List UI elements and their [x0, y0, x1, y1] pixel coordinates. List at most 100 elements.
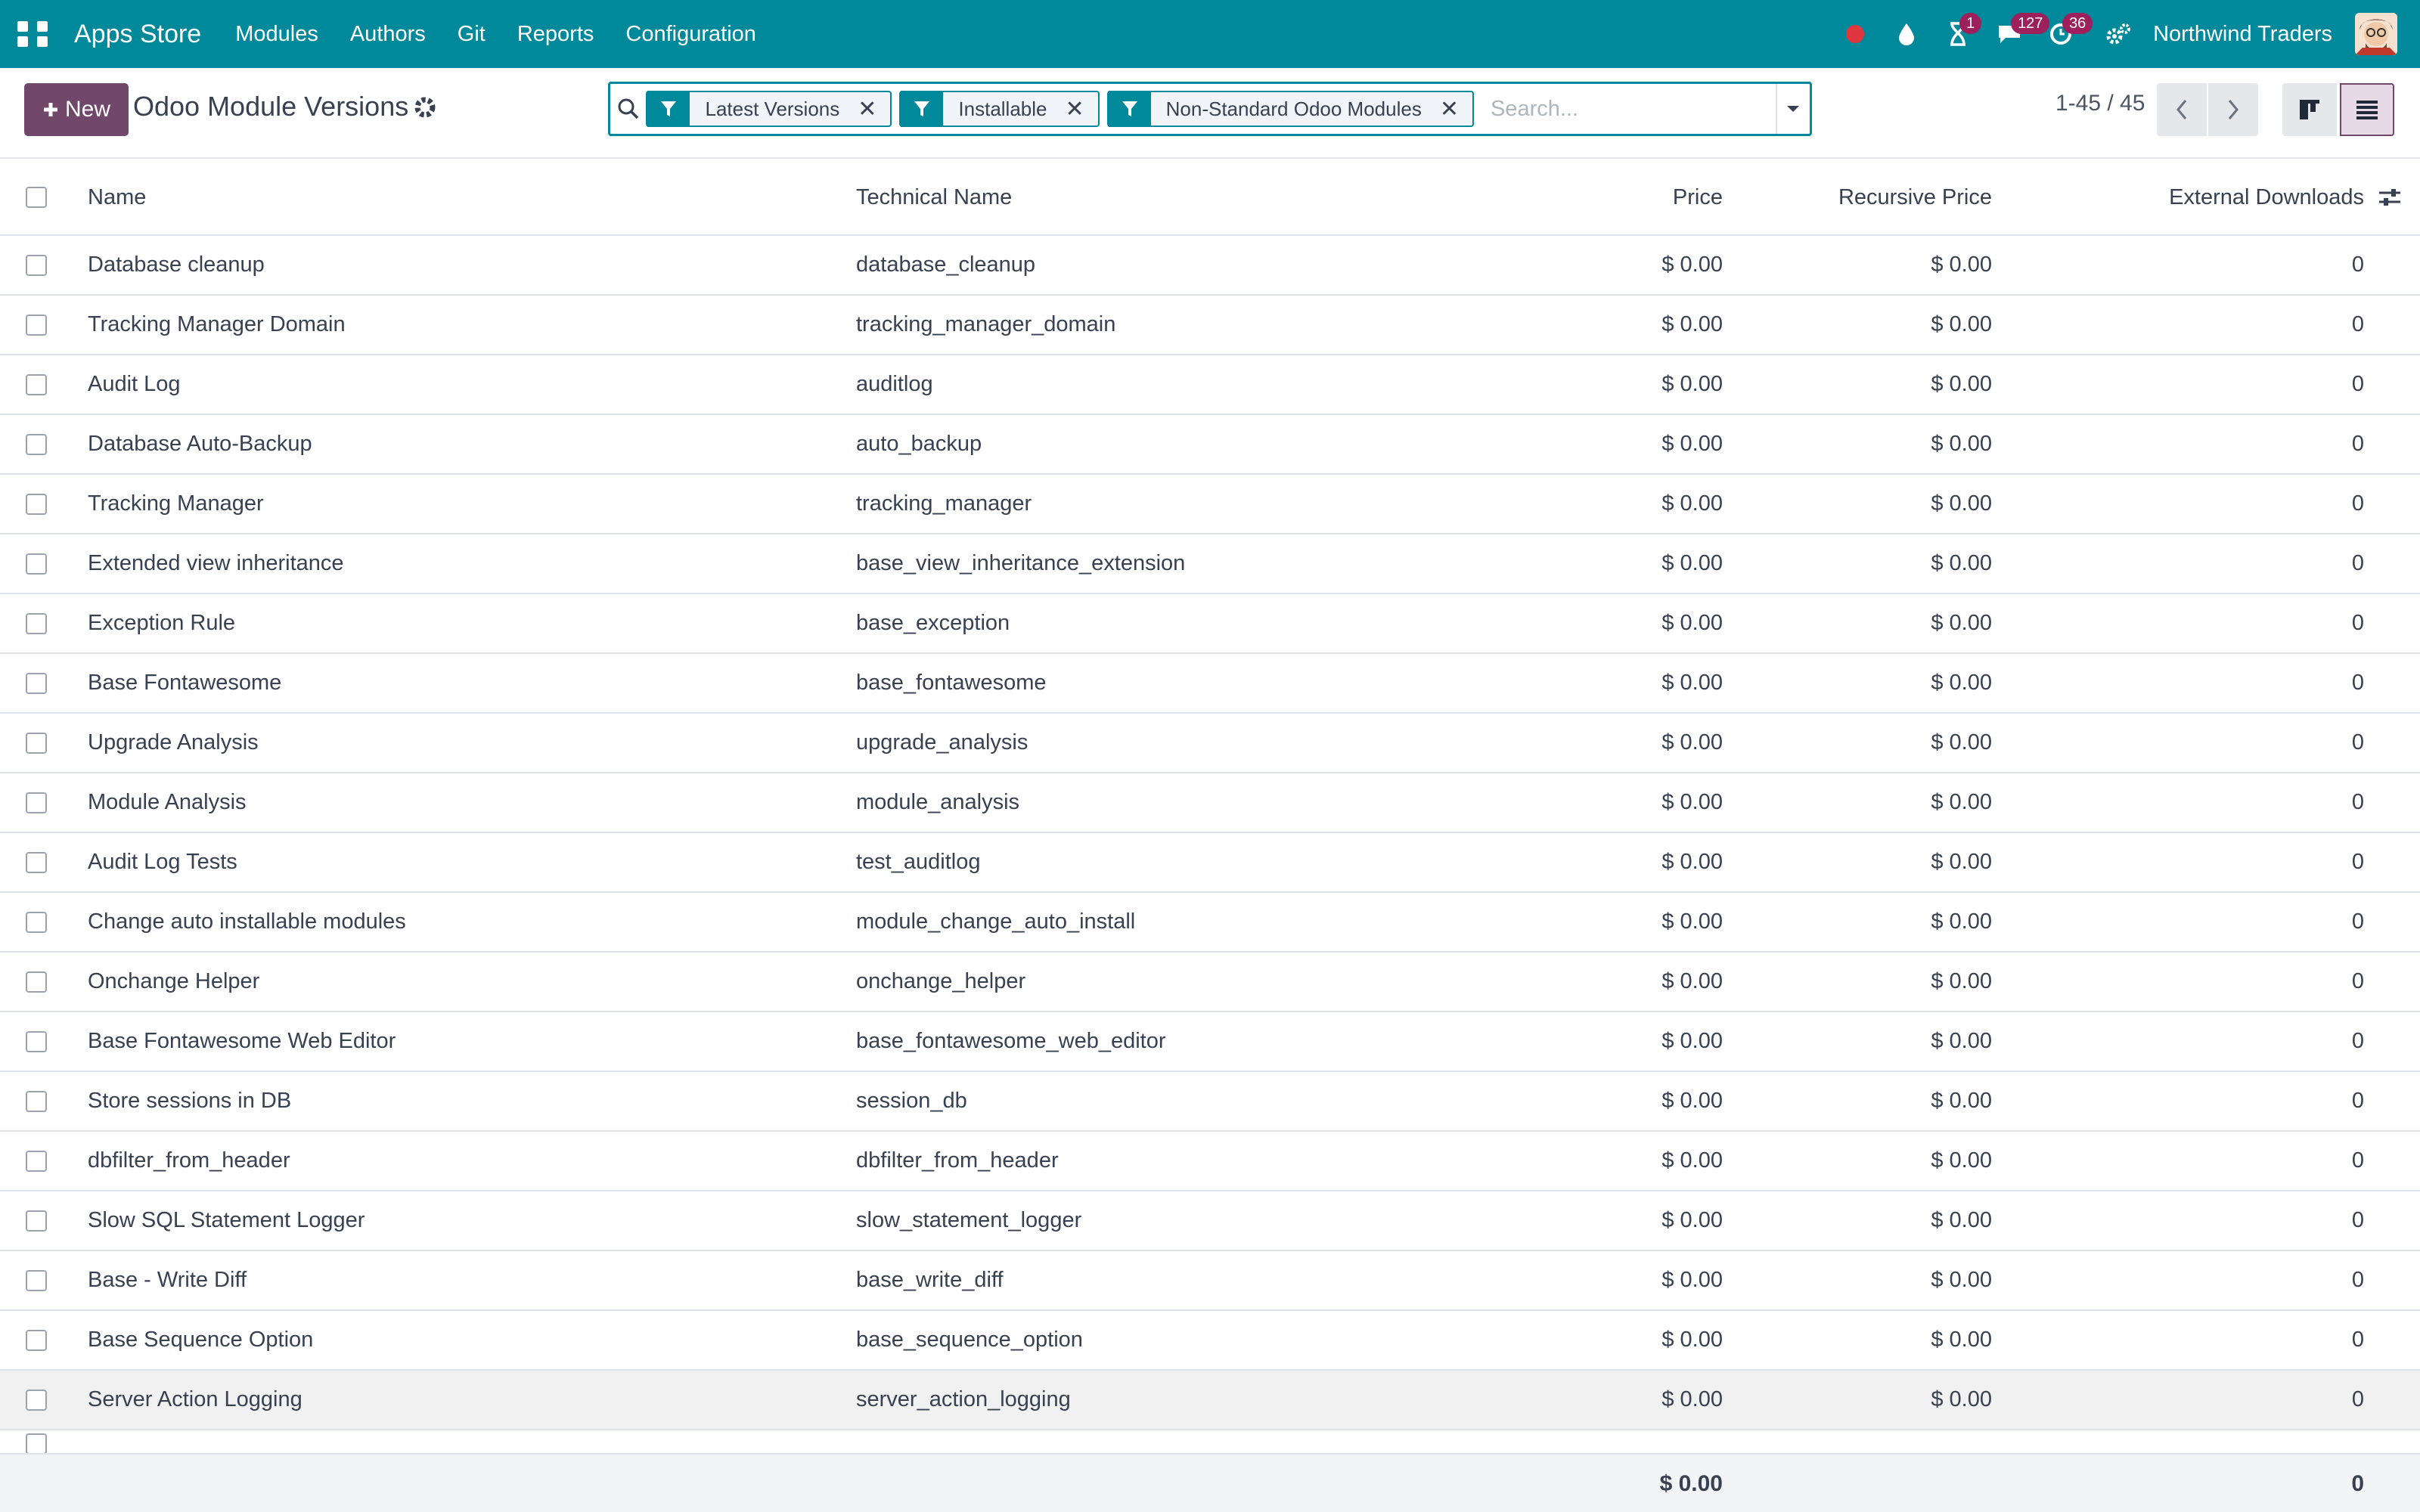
filter-icon — [1108, 91, 1151, 127]
cell-recursive-price: $ 0.00 — [1931, 909, 1992, 934]
row-checkbox[interactable] — [26, 1433, 47, 1453]
cell-technical-name: base_view_inheritance_extension — [856, 551, 1186, 575]
search-input[interactable] — [1481, 86, 1776, 132]
facet-label: Installable — [958, 97, 1047, 120]
search-options-toggle[interactable] — [1775, 84, 1810, 134]
row-checkbox[interactable] — [26, 254, 47, 276]
row-checkbox[interactable] — [26, 732, 47, 754]
select-all-checkbox[interactable] — [26, 187, 47, 208]
column-header-recursive-price[interactable]: Recursive Price — [1838, 185, 1992, 210]
cell-price: $ 0.00 — [1661, 790, 1723, 814]
row-checkbox[interactable] — [26, 792, 47, 813]
chevron-left-icon — [2176, 100, 2187, 119]
messages-icon[interactable]: 127 — [1991, 13, 2050, 52]
pager-previous-button[interactable] — [2157, 83, 2207, 136]
cell-name: Extended view inheritance — [88, 551, 344, 575]
row-checkbox[interactable] — [26, 493, 47, 515]
table-row[interactable]: Exception Rule base_exception $ 0.00 $ 0.00… — [0, 594, 2420, 654]
table-header: Name Technical Name Price Recursive Pric… — [0, 160, 2420, 236]
table-row[interactable]: Server Action Logging server_action_loggi… — [0, 1371, 2420, 1430]
settings-gears-icon[interactable] — [2100, 16, 2136, 52]
new-button-label: New — [65, 97, 111, 122]
facet-remove-icon[interactable]: ✕ — [1440, 96, 1472, 122]
facet-remove-icon[interactable]: ✕ — [858, 96, 890, 122]
cell-technical-name: onchange_helper — [856, 969, 1026, 993]
total-downloads: 0 — [2351, 1471, 2364, 1496]
optional-columns-icon[interactable] — [2375, 182, 2405, 212]
cell-price: $ 0.00 — [1661, 611, 1723, 635]
timer-icon[interactable]: 36 — [2043, 13, 2093, 52]
table-row[interactable]: Base Fontawesome base_fontawesome $ 0.00 $ … — [0, 654, 2420, 714]
column-header-technical-name[interactable]: Technical Name — [856, 185, 1012, 210]
facet-remove-icon[interactable]: ✕ — [1065, 96, 1097, 122]
row-checkbox[interactable] — [26, 1090, 47, 1112]
pager-next-button[interactable] — [2208, 83, 2258, 136]
apps-menu-icon[interactable] — [17, 16, 53, 52]
gear-icon[interactable] — [413, 95, 437, 119]
row-checkbox[interactable] — [26, 851, 47, 873]
row-checkbox[interactable] — [26, 433, 47, 455]
kanban-view-button[interactable] — [2282, 83, 2337, 136]
menu-item-git[interactable]: Git — [442, 22, 501, 47]
search-bar: Latest Versions ✕ Installable ✕ Non-Stan… — [608, 82, 1812, 136]
row-checkbox[interactable] — [26, 1030, 47, 1052]
facet-label: Non-Standard Odoo Modules — [1165, 97, 1422, 120]
row-checkbox[interactable] — [26, 1329, 47, 1351]
droplet-icon[interactable] — [1888, 16, 1925, 52]
menu-item-configuration[interactable]: Configuration — [610, 22, 772, 47]
module-versions-table: Name Technical Name Price Recursive Pric… — [0, 160, 2420, 1453]
row-checkbox[interactable] — [26, 1150, 47, 1172]
table-row[interactable]: Database cleanup database_cleanup $ 0.00 $ … — [0, 236, 2420, 296]
row-checkbox[interactable] — [26, 911, 47, 933]
table-row[interactable]: Audit Log auditlog $ 0.00 $ 0.00 0 — [0, 355, 2420, 415]
table-row[interactable]: Base - Write Diff base_write_diff $ 0.00 $ … — [0, 1251, 2420, 1311]
table-row[interactable]: Change auto installable modules module_ch… — [0, 893, 2420, 953]
table-row[interactable]: Tracking Manager tracking_manager $ 0.00 $ … — [0, 475, 2420, 534]
row-checkbox[interactable] — [26, 612, 47, 634]
column-header-price[interactable]: Price — [1673, 185, 1723, 210]
menu-item-authors[interactable]: Authors — [334, 22, 442, 47]
row-checkbox[interactable] — [26, 1269, 47, 1291]
table-row[interactable]: Onchange Helper onchange_helper $ 0.00 $ 0.… — [0, 953, 2420, 1012]
row-checkbox[interactable] — [26, 1210, 47, 1232]
list-view-button[interactable] — [2340, 83, 2394, 136]
table-row-partial[interactable] — [0, 1430, 2420, 1453]
row-checkbox[interactable] — [26, 314, 47, 336]
row-checkbox[interactable] — [26, 1389, 47, 1411]
column-header-name[interactable]: Name — [88, 185, 146, 210]
pager-value[interactable]: 1-45 / 45 — [2055, 91, 2145, 116]
search-icon[interactable] — [610, 85, 646, 133]
cell-price: $ 0.00 — [1661, 671, 1723, 695]
table-row[interactable]: Upgrade Analysis upgrade_analysis $ 0.00 $ … — [0, 714, 2420, 773]
user-avatar[interactable] — [2355, 13, 2397, 55]
table-row[interactable]: Slow SQL Statement Logger slow_statement_… — [0, 1191, 2420, 1251]
row-checkbox[interactable] — [26, 553, 47, 575]
table-row[interactable]: Base Fontawesome Web Editor base_fontawes… — [0, 1012, 2420, 1072]
company-switcher[interactable]: Northwind Traders — [2153, 22, 2332, 47]
table-row[interactable]: Tracking Manager Domain tracking_manager_… — [0, 296, 2420, 355]
column-header-external-downloads[interactable]: External Downloads — [2169, 185, 2364, 210]
activity-hourglass-icon[interactable]: 1 — [1940, 13, 1982, 52]
table-row[interactable]: Extended view inheritance base_view_inher… — [0, 534, 2420, 594]
new-button[interactable]: New — [24, 83, 129, 136]
row-checkbox[interactable] — [26, 373, 47, 395]
kanban-icon — [2300, 100, 2319, 119]
row-checkbox[interactable] — [26, 672, 47, 694]
menu-item-reports[interactable]: Reports — [501, 22, 610, 47]
table-row[interactable]: Base Sequence Option base_sequence_option… — [0, 1311, 2420, 1371]
table-row[interactable]: Store sessions in DB session_db $ 0.00 $ 0.… — [0, 1072, 2420, 1132]
table-row[interactable]: Module Analysis module_analysis $ 0.00 $ 0.… — [0, 773, 2420, 833]
timer-badge: 36 — [2062, 13, 2093, 34]
menu-item-modules[interactable]: Modules — [219, 22, 334, 47]
table-row[interactable]: Audit Log Tests test_auditlog $ 0.00 $ 0.00… — [0, 833, 2420, 893]
record-dot-icon[interactable] — [1837, 16, 1873, 52]
table-row[interactable]: dbfilter_from_header dbfilter_from_header… — [0, 1132, 2420, 1191]
app-brand[interactable]: Apps Store — [74, 20, 201, 49]
cell-name: Database cleanup — [88, 253, 265, 277]
cell-name: Tracking Manager Domain — [88, 312, 346, 336]
list-icon — [2356, 101, 2378, 119]
table-row[interactable]: Database Auto-Backup auto_backup $ 0.00 $ 0… — [0, 415, 2420, 475]
main-menu: Modules Authors Git Reports Configuratio… — [219, 22, 772, 47]
cell-external-downloads: 0 — [2351, 1029, 2364, 1053]
row-checkbox[interactable] — [26, 971, 47, 993]
